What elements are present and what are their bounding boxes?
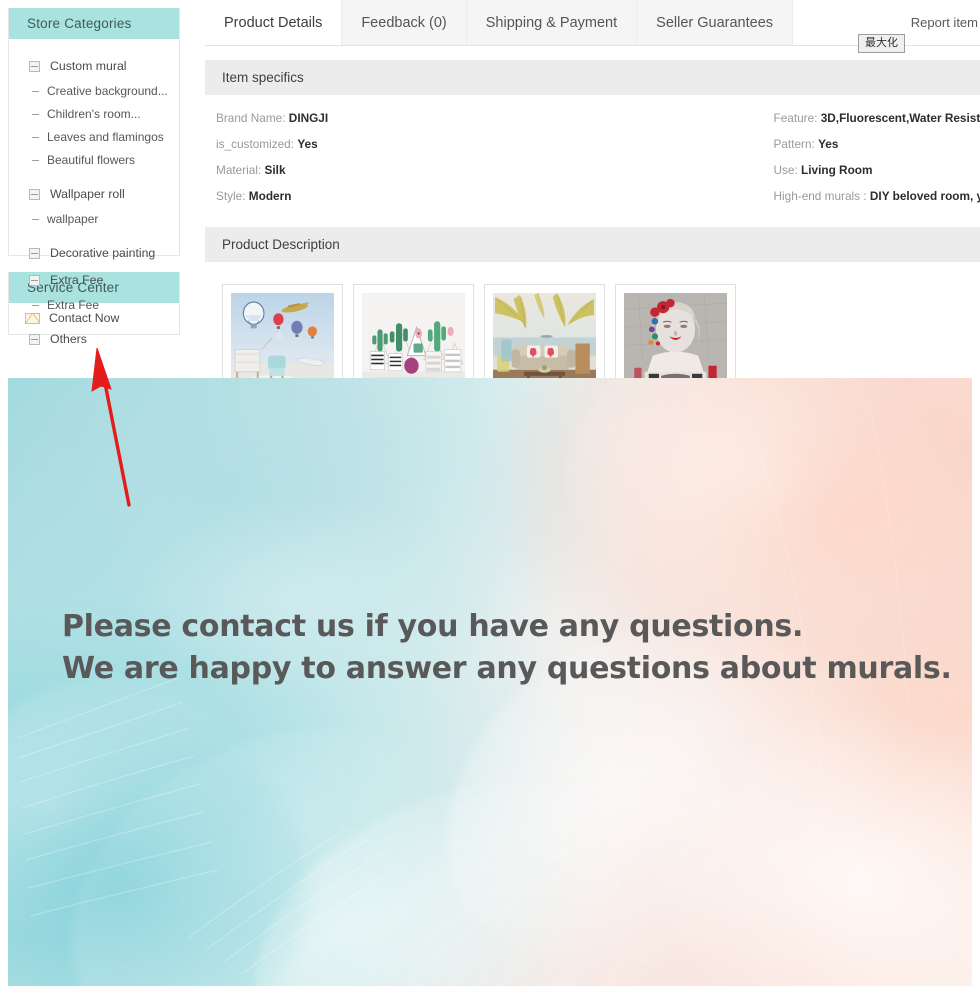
expand-box-icon[interactable] <box>29 334 40 345</box>
category-label: Others <box>50 332 87 346</box>
category-parent-item[interactable]: Wallpaper roll <box>9 181 179 208</box>
spec-row: is_customized: Yes <box>216 131 593 157</box>
expand-box-icon[interactable] <box>29 61 40 72</box>
tab-feedback-0[interactable]: Feedback (0) <box>342 0 467 45</box>
spec-value: Yes <box>818 137 839 151</box>
spec-row: Material: Silk <box>216 157 593 183</box>
envelope-icon <box>25 312 40 324</box>
dash-icon <box>32 160 39 161</box>
category-child-item[interactable]: Creative background... <box>9 80 179 103</box>
item-specifics-left-column: Brand Name: DINGJI is_customized: Yes Mate… <box>205 105 593 209</box>
banner-line-2: We are happy to answer any questions abo… <box>62 651 952 686</box>
spec-value: DINGJI <box>288 111 329 125</box>
banner-text: Please contact us if you have any questi… <box>62 606 952 690</box>
category-child-item[interactable]: Leaves and flamingos <box>9 126 179 149</box>
category-parent-item[interactable]: Custom mural <box>9 53 179 80</box>
spec-key: Feature: <box>773 111 818 125</box>
spec-value: Yes <box>297 137 318 151</box>
category-label: Creative background... <box>47 84 168 98</box>
category-label: Decorative painting <box>50 246 156 260</box>
feather-background-image: Please contact us if you have any questi… <box>8 378 972 986</box>
spec-value: Modern <box>248 189 292 203</box>
banner-line-1: Please contact us if you have any questi… <box>62 609 804 644</box>
spec-value: DIY beloved room, you will be the best d… <box>869 189 980 203</box>
spec-row: Use: Living Room <box>774 157 980 183</box>
spec-key: Style: <box>216 189 246 203</box>
category-label: Custom mural <box>50 59 127 73</box>
spec-key: Use: <box>773 163 798 177</box>
category-child-item[interactable]: Children's room... <box>9 103 179 126</box>
tab-product-details[interactable]: Product Details <box>205 0 343 45</box>
spec-key: Pattern: <box>773 137 815 151</box>
spec-key: High-end murals : <box>773 189 867 203</box>
tree-group-gap <box>9 231 179 240</box>
spec-value: 3D,Fluorescent,Water Resistant,Mildew Re… <box>820 111 980 125</box>
dash-icon <box>32 305 39 306</box>
tab-shipping-payment[interactable]: Shipping & Payment <box>466 0 638 45</box>
product-description-header: Product Description <box>205 227 980 262</box>
expand-box-icon[interactable] <box>29 275 40 286</box>
tab-label: Seller Guarantees <box>656 14 774 31</box>
category-label: Leaves and flamingos <box>47 130 164 144</box>
store-categories-panel: Store Categories Custom mural Creative ba… <box>8 8 180 346</box>
dash-icon <box>32 137 39 138</box>
tab-label: Feedback (0) <box>361 14 447 31</box>
category-parent-item[interactable]: Decorative painting <box>9 240 179 267</box>
category-child-item[interactable]: Beautiful flowers <box>9 149 179 172</box>
expand-box-icon[interactable] <box>29 189 40 200</box>
category-child-item[interactable]: wallpaper <box>9 208 179 231</box>
main-content: Product Details Feedback (0) Shipping & Pa… <box>205 0 980 403</box>
expand-box-icon[interactable] <box>29 248 40 259</box>
spec-key: is_customized: <box>216 137 295 151</box>
spec-row: Style: Modern <box>216 183 593 209</box>
dash-icon <box>32 114 39 115</box>
tree-group-gap <box>9 172 179 181</box>
spec-value: Living Room <box>801 163 873 177</box>
dash-icon <box>32 219 39 220</box>
tab-label: Product Details <box>224 14 323 31</box>
item-specifics-right-column: Feature: 3D,Fluorescent,Water Resistant,… <box>593 105 980 209</box>
item-specifics-header: Item specifics <box>205 60 980 95</box>
spec-value: Silk <box>264 163 286 177</box>
spec-row: Brand Name: DINGJI <box>216 105 593 131</box>
report-item-link[interactable]: Report item <box>911 0 978 45</box>
spec-row: Pattern: Yes <box>774 131 980 157</box>
spec-key: Brand Name: <box>216 111 286 125</box>
contact-banner: Please contact us if you have any questi… <box>0 378 980 986</box>
category-label: wallpaper <box>47 212 99 226</box>
spec-key: Material: <box>216 163 262 177</box>
sidebar: Store Categories Custom mural Creative ba… <box>8 8 180 346</box>
item-specifics-table: Brand Name: DINGJI is_customized: Yes Mate… <box>205 95 980 213</box>
tab-label: Shipping & Payment <box>485 14 618 31</box>
spec-row: Feature: 3D,Fluorescent,Water Resistant,… <box>774 105 980 131</box>
spec-row: High-end murals : DIY beloved room, you … <box>774 183 980 209</box>
tab-seller-guarantees[interactable]: Seller Guarantees <box>637 0 794 45</box>
store-categories-title: Store Categories <box>9 8 179 39</box>
category-label: Wallpaper roll <box>50 187 125 201</box>
maximize-tooltip: 最大化 <box>858 34 905 53</box>
product-page-top: Store Categories Custom mural Creative ba… <box>0 0 980 403</box>
category-label: Children's room... <box>47 107 141 121</box>
dash-icon <box>32 91 39 92</box>
contact-now-label: Contact Now <box>49 311 120 325</box>
category-label: Beautiful flowers <box>47 153 136 167</box>
